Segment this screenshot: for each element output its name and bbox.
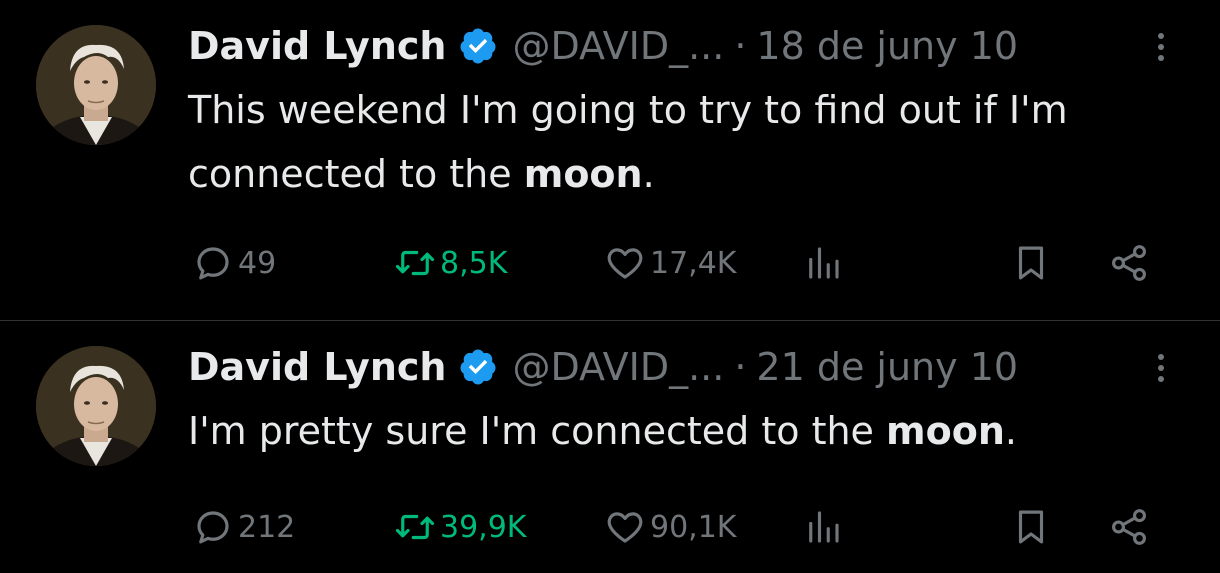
verified-badge-icon[interactable] [458, 347, 498, 387]
views-button[interactable] [802, 238, 844, 288]
retweet-icon [395, 250, 435, 276]
more-options-icon[interactable] [1146, 28, 1176, 68]
retweet-button[interactable]: 39,9K [394, 502, 526, 552]
tweet-date[interactable]: 18 de juny 10 [756, 24, 1018, 68]
bookmark-button[interactable] [1010, 502, 1052, 552]
views-icon [809, 247, 839, 279]
retweet-button[interactable]: 8,5K [394, 238, 507, 288]
tweet-text-line: I'm pretty sure I'm connected to the moo… [188, 399, 1198, 463]
reply-button[interactable]: 49 [192, 238, 276, 288]
tweet-text-segment: I'm pretty sure I'm connected to the [188, 409, 887, 453]
share-icon [1112, 509, 1146, 545]
bookmark-icon [1018, 510, 1044, 544]
verified-badge-icon[interactable] [458, 26, 498, 66]
author-name[interactable]: David Lynch [188, 345, 446, 389]
avatar-photo [36, 346, 156, 466]
tweet-text-line: connected to the moon. [188, 142, 1198, 206]
tweet-actions: 49 8,5K 17,4K [188, 238, 1188, 288]
like-button[interactable]: 17,4K [604, 238, 736, 288]
avatar-photo [36, 25, 156, 145]
author-handle[interactable]: @DAVID_... [512, 345, 724, 389]
share-button[interactable] [1108, 238, 1150, 288]
like-icon [607, 512, 643, 543]
retweet-count: 8,5K [440, 245, 508, 281]
more-options-icon[interactable] [1146, 349, 1176, 389]
bookmark-icon [1018, 246, 1044, 280]
reply-icon [197, 247, 229, 280]
tweet-text-segment: connected to the [188, 152, 524, 196]
views-icon [809, 511, 839, 543]
author-name[interactable]: David Lynch [188, 24, 446, 68]
share-icon [1112, 245, 1146, 281]
tweet-text-segment: . [642, 152, 655, 196]
tweet-text-line: This weekend I'm going to try to find ou… [188, 88, 1068, 132]
reply-button[interactable]: 212 [192, 502, 295, 552]
retweet-count: 39,9K [440, 509, 527, 545]
like-button[interactable]: 90,1K [604, 502, 736, 552]
retweet-icon [395, 514, 435, 540]
tweet[interactable]: David Lynch @DAVID_... · 18 de juny 10 T… [0, 0, 1220, 320]
author-handle[interactable]: @DAVID_... [512, 24, 724, 68]
like-count: 90,1K [650, 509, 737, 545]
like-icon [607, 248, 643, 279]
avatar[interactable] [36, 346, 156, 466]
tweet-date[interactable]: 21 de juny 10 [756, 345, 1018, 389]
tweet[interactable]: David Lynch @DAVID_... · 21 de juny 10 I… [0, 321, 1220, 573]
tweet-text-bold: moon [886, 409, 1005, 453]
tweet-text: This weekend I'm going to try to find ou… [188, 78, 1198, 206]
tweet-header: David Lynch @DAVID_... · 21 de juny 10 [188, 339, 1018, 395]
reply-icon [197, 511, 229, 544]
tweet-text-segment: . [1004, 409, 1017, 453]
tweet-text-bold: moon [523, 152, 643, 196]
bookmark-button[interactable] [1010, 238, 1052, 288]
share-button[interactable] [1108, 502, 1150, 552]
tweet-text: I'm pretty sure I'm connected to the moo… [188, 399, 1198, 463]
tweet-header: David Lynch @DAVID_... · 18 de juny 10 [188, 18, 1018, 74]
separator-dot: · [734, 24, 747, 68]
like-count: 17,4K [650, 245, 737, 281]
views-button[interactable] [802, 502, 844, 552]
reply-count: 212 [238, 509, 296, 545]
tweet-actions: 212 39,9K 90,1K [188, 502, 1188, 552]
reply-count: 49 [238, 245, 277, 281]
avatar[interactable] [36, 25, 156, 145]
separator-dot: · [734, 345, 747, 389]
